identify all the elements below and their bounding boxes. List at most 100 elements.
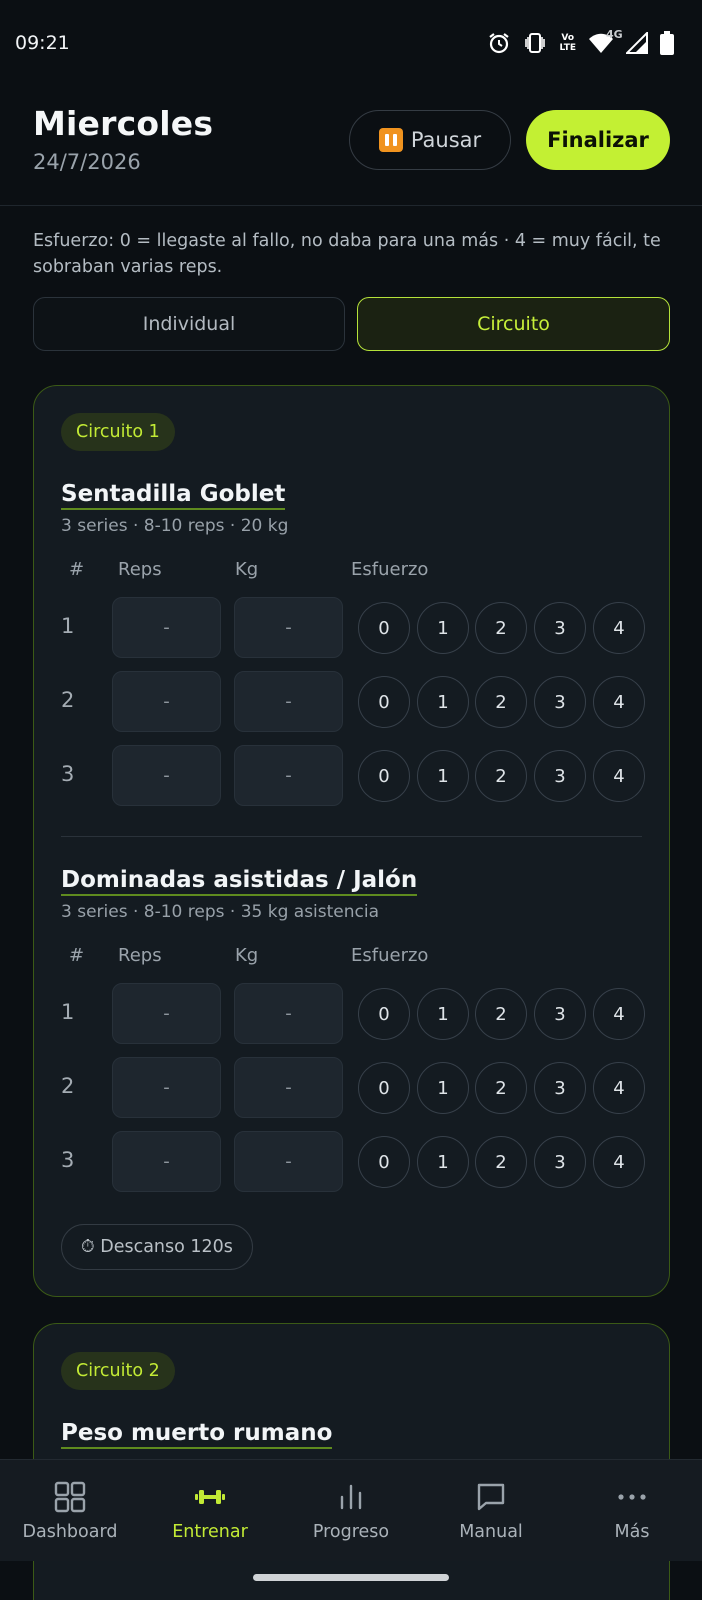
set-number: 2 [61,688,75,712]
exercise-meta: 3 series · 8-10 reps · 35 kg asistencia [61,902,380,922]
effort-option-1[interactable]: 1 [417,750,469,802]
effort-option-2[interactable]: 2 [475,988,527,1040]
col-header-reps: Reps [118,945,162,966]
effort-option-0[interactable]: 0 [358,1062,410,1114]
more-dots-icon [617,1480,647,1514]
col-header-reps: Reps [118,559,162,580]
exercise-name[interactable]: Dominadas asistidas / Jalón [61,867,418,896]
effort-option-0[interactable]: 0 [358,988,410,1040]
reps-input[interactable]: - [112,597,221,658]
exercise-block: Sentadilla Goblet 3 series · 8-10 reps ·… [61,481,645,806]
col-header-kg: Kg [235,945,259,966]
col-header-effort: Esfuerzo [351,945,429,966]
effort-option-1[interactable]: 1 [417,1062,469,1114]
dumbbell-icon [195,1480,225,1514]
reps-input[interactable]: - [112,671,221,732]
effort-option-1[interactable]: 1 [417,676,469,728]
nav-item-dashboard[interactable]: Dashboard [0,1460,140,1562]
effort-option-0[interactable]: 0 [358,750,410,802]
nav-label: Entrenar [172,1522,248,1542]
effort-option-4[interactable]: 4 [593,602,645,654]
effort-option-3[interactable]: 3 [534,988,586,1040]
workout-screen: 09:21 Vo LTE 4G Miercoles 24/7/2026 Paus… [0,0,702,1600]
nav-label: Manual [459,1522,523,1542]
set-row: 3 - - 0 1 2 3 4 [61,745,645,807]
circuit-badge: Circuito 1 [61,413,175,451]
col-header-kg: Kg [235,559,259,580]
effort-option-4[interactable]: 4 [593,1062,645,1114]
vibrate-icon [523,30,547,56]
exercise-name[interactable]: Peso muerto rumano [61,1420,333,1449]
set-row: 1 - - 0 1 2 3 4 [61,597,645,659]
effort-option-3[interactable]: 3 [534,1136,586,1188]
set-number: 1 [61,1000,75,1024]
tab-individual[interactable]: Individual [33,297,345,351]
exercise-divider [61,836,642,837]
bar-chart-icon [337,1480,365,1514]
reps-input[interactable]: - [112,1057,221,1118]
home-indicator[interactable] [253,1574,449,1581]
workout-date: 24/7/2026 [33,150,141,174]
nav-item-more[interactable]: Más [562,1460,702,1562]
volte-icon: Vo LTE [559,33,576,53]
exercise-block: Peso muerto rumano [61,1420,642,1449]
effort-option-4[interactable]: 4 [593,750,645,802]
effort-option-4[interactable]: 4 [593,676,645,728]
effort-option-4[interactable]: 4 [593,1136,645,1188]
bottom-nav: Dashboard Entrenar Progreso Manual Más [0,1459,702,1561]
effort-option-1[interactable]: 1 [417,1136,469,1188]
kg-input[interactable]: - [234,597,343,658]
nav-item-train[interactable]: Entrenar [140,1460,280,1562]
effort-option-3[interactable]: 3 [534,1062,586,1114]
effort-option-2[interactable]: 2 [475,1136,527,1188]
reps-input[interactable]: - [112,745,221,806]
set-number: 3 [61,1148,75,1172]
kg-input[interactable]: - [234,745,343,806]
effort-option-2[interactable]: 2 [475,676,527,728]
circuit-card: Circuito 1 Sentadilla Goblet 3 series · … [33,385,670,1297]
set-number: 1 [61,614,75,638]
effort-option-1[interactable]: 1 [417,988,469,1040]
page-title: Miercoles [33,104,214,143]
effort-option-3[interactable]: 3 [534,750,586,802]
col-header-effort: Esfuerzo [351,559,429,580]
effort-option-0[interactable]: 0 [358,1136,410,1188]
dashboard-grid-icon [54,1480,86,1514]
set-row: 2 - - 0 1 2 3 4 [61,1057,645,1119]
kg-input[interactable]: - [234,671,343,732]
set-row: 1 - - 0 1 2 3 4 [61,983,645,1045]
pause-button[interactable]: Pausar [349,110,511,170]
kg-input[interactable]: - [234,1057,343,1118]
col-header-num: # [69,559,85,580]
tab-circuit[interactable]: Circuito [357,297,670,351]
reps-input[interactable]: - [112,983,221,1044]
rest-timer-pill[interactable]: ⏱ Descanso 120s [61,1224,253,1270]
finish-button[interactable]: Finalizar [526,110,670,170]
effort-option-0[interactable]: 0 [358,676,410,728]
effort-option-0[interactable]: 0 [358,602,410,654]
kg-input[interactable]: - [234,983,343,1044]
status-bar: 09:21 Vo LTE 4G [0,0,702,88]
effort-option-1[interactable]: 1 [417,602,469,654]
effort-option-3[interactable]: 3 [534,602,586,654]
set-number: 2 [61,1074,75,1098]
effort-option-2[interactable]: 2 [475,750,527,802]
set-row: 2 - - 0 1 2 3 4 [61,671,645,733]
nav-item-manual[interactable]: Manual [421,1460,561,1562]
kg-input[interactable]: - [234,1131,343,1192]
alarm-icon [487,30,511,56]
effort-option-2[interactable]: 2 [475,1062,527,1114]
chat-bubble-icon [476,1480,506,1514]
nav-item-progress[interactable]: Progreso [281,1460,421,1562]
reps-input[interactable]: - [112,1131,221,1192]
exercise-name[interactable]: Sentadilla Goblet [61,481,286,510]
nav-label: Más [614,1522,650,1542]
exercise-meta: 3 series · 8-10 reps · 20 kg [61,516,289,536]
set-row: 3 - - 0 1 2 3 4 [61,1131,645,1193]
effort-option-3[interactable]: 3 [534,676,586,728]
effort-option-2[interactable]: 2 [475,602,527,654]
exercise-block: Dominadas asistidas / Jalón 3 series · 8… [61,867,645,1192]
nav-label: Dashboard [22,1522,118,1542]
battery-icon [660,30,674,56]
effort-option-4[interactable]: 4 [593,988,645,1040]
